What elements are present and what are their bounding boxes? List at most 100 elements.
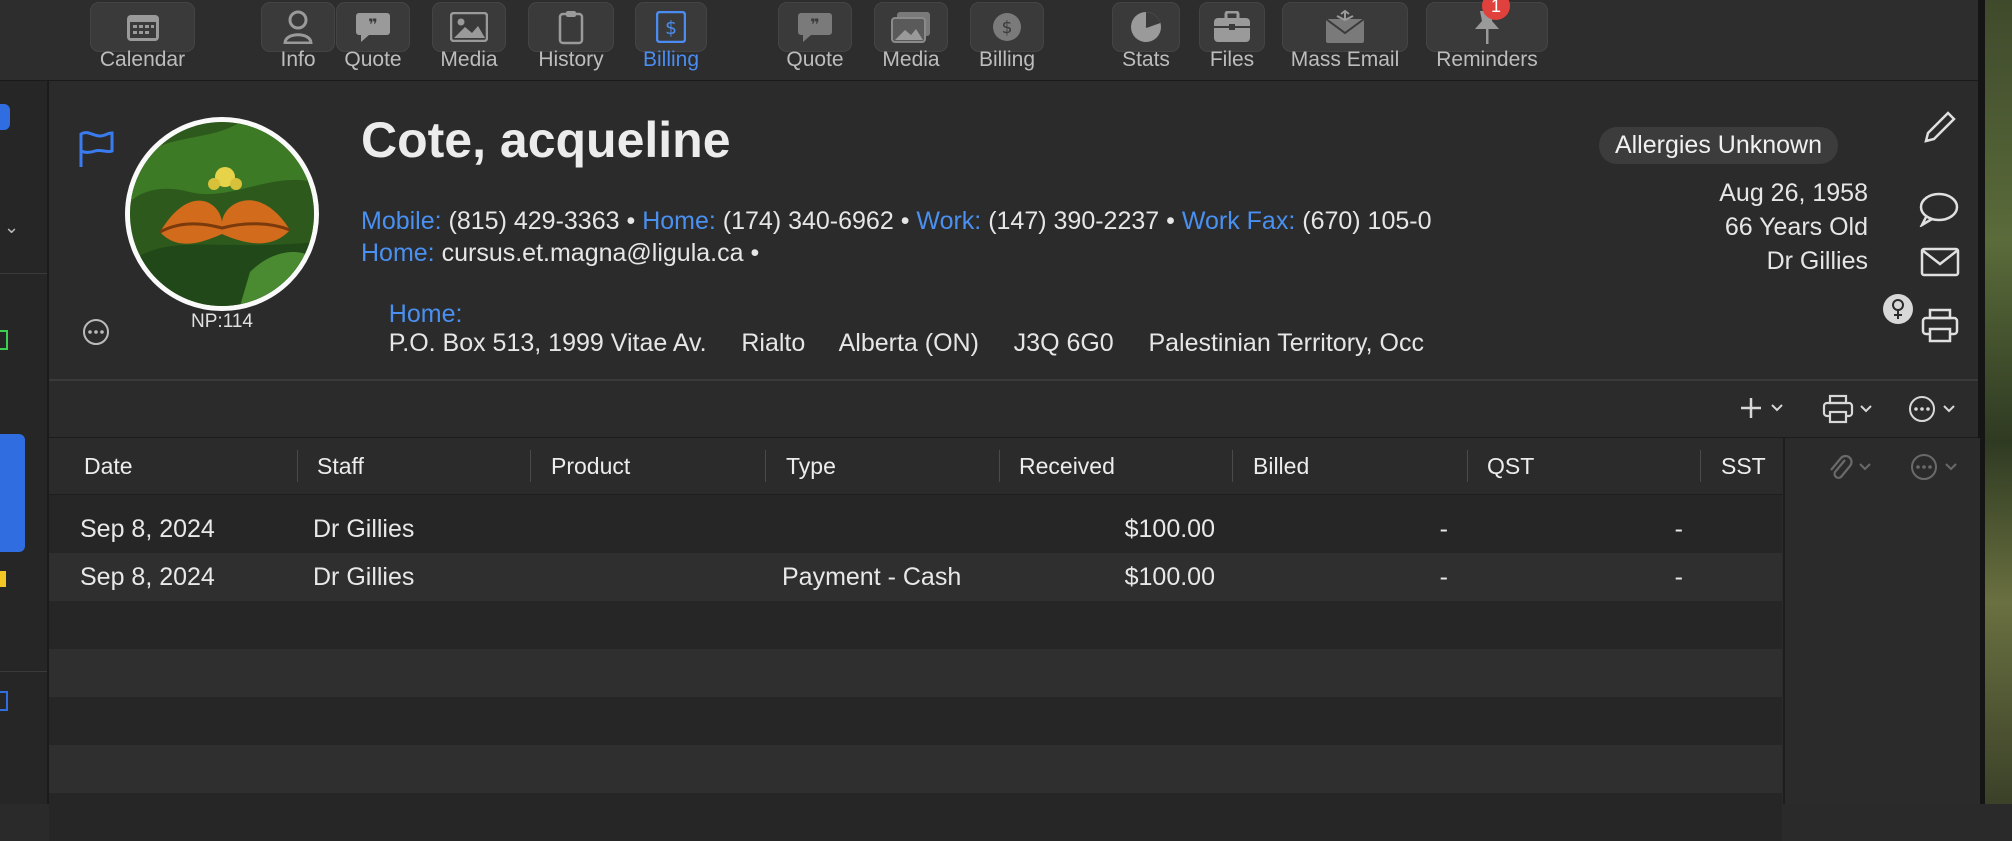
photos-icon xyxy=(874,2,948,52)
work-phone[interactable]: (147) 390-2237 xyxy=(988,207,1159,235)
green-item-icon[interactable] xyxy=(0,330,8,350)
svg-text:❞: ❞ xyxy=(368,15,377,34)
email-line: Home: cursus.et.magna@ligula.ca • xyxy=(361,239,759,268)
empty-table-row xyxy=(49,601,1782,649)
add-menu-button[interactable] xyxy=(1737,394,1785,422)
toolbar-stats-button[interactable]: Stats xyxy=(1112,0,1180,72)
email-address[interactable]: cursus.et.magna@ligula.ca xyxy=(442,239,744,267)
cell-received: $100.00 xyxy=(1124,515,1215,543)
patient-avatar[interactable] xyxy=(125,117,319,311)
toolbar-history-label: History xyxy=(538,48,604,71)
column-divider[interactable] xyxy=(765,450,766,482)
column-divider[interactable] xyxy=(530,450,531,482)
billing-actions-bar xyxy=(49,381,1978,438)
table-row[interactable]: Sep 8, 2024 Dr Gillies Payment - Cash $1… xyxy=(49,553,1782,601)
print-icon xyxy=(1822,394,1854,424)
envelope-icon xyxy=(1282,2,1408,52)
address[interactable]: P.O. Box 513, 1999 Vitae Av. Rialto Albe… xyxy=(389,329,1424,357)
column-header-type[interactable]: Type xyxy=(786,453,836,480)
clipboard-icon xyxy=(528,2,614,52)
toolbar-billing2-button[interactable]: $ Billing xyxy=(970,0,1044,72)
patient-header: NP:114 Cote, acqueline Mobile: (815) 429… xyxy=(49,81,1978,381)
cell-received: $100.00 xyxy=(1124,563,1215,591)
toolbar-billing-label: Billing xyxy=(642,48,700,71)
mail-icon[interactable] xyxy=(1920,247,1960,282)
toolbar-mass-email-button[interactable]: Mass Email xyxy=(1282,0,1408,72)
column-divider[interactable] xyxy=(297,450,298,482)
empty-table-row xyxy=(49,649,1782,697)
column-divider[interactable] xyxy=(1232,450,1233,482)
toolbar-quote2-label: Quote xyxy=(786,48,844,71)
billing-table: Date Staff Product Type Received Billed … xyxy=(49,438,1782,841)
briefcase-icon xyxy=(1199,2,1265,52)
toolbar-reminders-label: Reminders xyxy=(1436,48,1538,71)
blue-item-icon[interactable] xyxy=(0,691,8,711)
toolbar-calendar-button[interactable]: Calendar xyxy=(90,0,195,72)
column-header-date[interactable]: Date xyxy=(84,453,133,480)
sidebar-active-item[interactable] xyxy=(0,434,25,552)
column-header-sst[interactable]: SST xyxy=(1721,453,1766,480)
empty-table-row xyxy=(49,793,1782,841)
toolbar-media-button[interactable]: Media xyxy=(432,0,506,72)
toolbar-billing2-label: Billing xyxy=(978,48,1036,71)
toolbar-quote-button[interactable]: ❞ Quote xyxy=(336,0,410,72)
column-divider[interactable] xyxy=(999,450,1000,482)
column-header-billed[interactable]: Billed xyxy=(1253,453,1309,480)
attachment-side-pane xyxy=(1783,438,1980,804)
print-menu-button[interactable] xyxy=(1822,394,1874,424)
allergies-badge[interactable]: Allergies Unknown xyxy=(1598,127,1838,164)
paperclip-icon xyxy=(1830,454,1853,479)
chevron-down-icon xyxy=(1771,404,1783,412)
flag-icon[interactable] xyxy=(77,129,117,174)
quote-bubble-icon: ❞ xyxy=(336,2,410,52)
column-header-received[interactable]: Received xyxy=(1019,453,1115,480)
cell-date: Sep 8, 2024 xyxy=(80,515,215,543)
column-header-product[interactable]: Product xyxy=(551,453,630,480)
patient-age: 66 Years Old xyxy=(1724,213,1868,241)
home-phone[interactable]: (174) 340-6962 xyxy=(723,207,894,235)
patient-name: Cote, acqueline xyxy=(361,112,731,168)
sidebar-selected-marker[interactable] xyxy=(0,104,10,130)
work-phone-label: Work: xyxy=(916,207,982,235)
address-label: Home: xyxy=(388,300,463,328)
row-more-menu-button[interactable] xyxy=(1909,452,1959,482)
column-header-staff[interactable]: Staff xyxy=(317,453,364,480)
empty-table-row xyxy=(49,745,1782,793)
column-divider[interactable] xyxy=(1700,450,1701,482)
chevron-down-icon[interactable]: ⌄ xyxy=(4,217,19,238)
svg-text:$: $ xyxy=(665,17,677,39)
toolbar-history-button[interactable]: History xyxy=(528,0,614,72)
more-options-icon[interactable] xyxy=(81,317,111,352)
toolbar-media2-label: Media xyxy=(882,48,940,71)
print-icon[interactable] xyxy=(1920,307,1960,348)
female-sex-icon xyxy=(1882,293,1914,330)
cell-billed: - xyxy=(1439,563,1448,591)
desktop-wallpaper xyxy=(1985,0,2012,804)
cell-qst: - xyxy=(1674,515,1683,543)
message-bubble-icon[interactable] xyxy=(1918,191,1960,232)
column-header-qst[interactable]: QST xyxy=(1487,453,1534,480)
cell-staff: Dr Gillies xyxy=(313,563,415,591)
table-row[interactable]: Sep 8, 2024 Dr Gillies $100.00 - - xyxy=(49,505,1782,553)
yellow-item-icon[interactable] xyxy=(0,571,6,587)
toolbar-info-button[interactable]: Info xyxy=(261,0,335,72)
svg-text:❞: ❞ xyxy=(810,15,819,34)
toolbar-files-button[interactable]: Files xyxy=(1199,0,1265,72)
toolbar-info-label: Info xyxy=(280,48,316,71)
toolbar-billing-button[interactable]: $ Billing xyxy=(635,0,707,72)
table-header: Date Staff Product Type Received Billed … xyxy=(49,438,1782,495)
work-fax[interactable]: (670) 105-0 xyxy=(1302,207,1431,235)
toolbar-reminders-button[interactable]: Reminders 1 xyxy=(1426,0,1548,72)
separator: • xyxy=(1166,207,1175,235)
sidebar-divider xyxy=(0,273,47,274)
column-divider[interactable] xyxy=(1467,450,1468,482)
more-menu-button[interactable] xyxy=(1907,394,1957,424)
patient-np-number: NP:114 xyxy=(191,311,253,332)
dollar-icon: $ xyxy=(635,2,707,52)
left-sidebar-strip: ⌄ xyxy=(0,81,49,804)
attachment-menu-button[interactable] xyxy=(1827,452,1873,482)
toolbar-media2-button[interactable]: Media xyxy=(874,0,948,72)
mobile-phone[interactable]: (815) 429-3363 xyxy=(449,207,620,235)
edit-pencil-icon[interactable] xyxy=(1920,107,1960,152)
toolbar-quote2-button[interactable]: ❞ Quote xyxy=(778,0,852,72)
